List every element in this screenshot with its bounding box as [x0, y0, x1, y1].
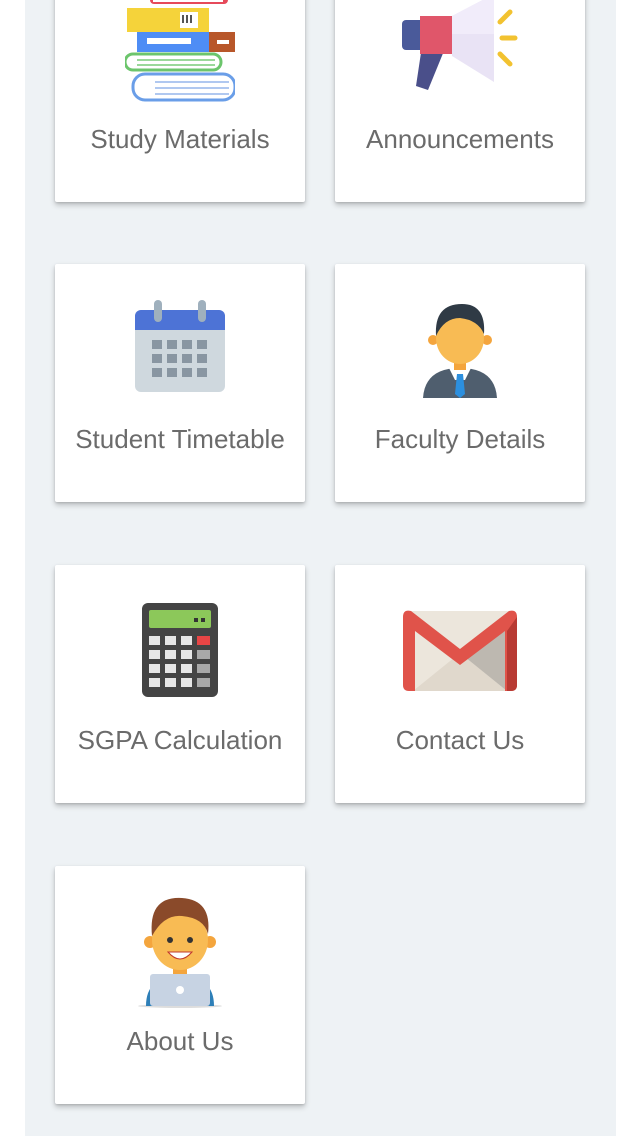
student-timetable-label: Student Timetable: [75, 424, 285, 454]
menu-grid: Study Materials Announcements Student Ti…: [25, 0, 616, 1136]
contact-us-card[interactable]: Contact Us: [335, 565, 585, 803]
study-materials-label: Study Materials: [90, 124, 270, 154]
study-materials-card[interactable]: Study Materials: [55, 0, 305, 202]
books-icon: [125, 0, 235, 102]
about-us-label: About Us: [126, 1026, 234, 1056]
sgpa-calculation-card[interactable]: SGPA Calculation: [55, 565, 305, 803]
teacher-icon: [423, 304, 497, 398]
announcements-card[interactable]: Announcements: [335, 0, 585, 202]
calculator-icon: [142, 603, 218, 697]
faculty-details-label: Faculty Details: [374, 424, 546, 454]
contact-us-label: Contact Us: [395, 725, 525, 755]
calendar-icon: [135, 300, 225, 392]
mail-icon: [403, 610, 517, 691]
megaphone-icon: [402, 0, 518, 90]
announcements-label: Announcements: [366, 124, 554, 154]
student-timetable-card[interactable]: Student Timetable: [55, 264, 305, 502]
developer-icon: [138, 897, 222, 1008]
sgpa-calculation-label: SGPA Calculation: [77, 725, 283, 755]
faculty-details-card[interactable]: Faculty Details: [335, 264, 585, 502]
about-us-card[interactable]: About Us: [55, 866, 305, 1104]
